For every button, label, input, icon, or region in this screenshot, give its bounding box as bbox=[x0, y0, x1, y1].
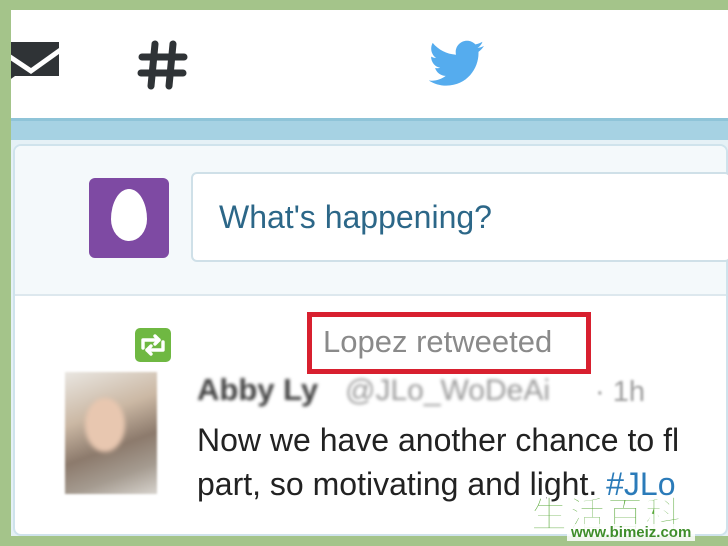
author-name[interactable]: Abby Ly bbox=[197, 372, 318, 408]
twitter-bird-icon[interactable] bbox=[428, 40, 485, 90]
header-divider bbox=[11, 118, 728, 140]
watermark: 生活百科 www.bimeiz.com bbox=[527, 486, 728, 546]
retweet-icon bbox=[135, 328, 171, 362]
top-nav bbox=[11, 10, 728, 118]
tweet-text-line-1: Now we have another chance to fl bbox=[197, 422, 680, 458]
mail-icon[interactable] bbox=[11, 38, 63, 88]
author-avatar[interactable] bbox=[65, 372, 157, 494]
egg-icon bbox=[111, 189, 147, 241]
watermark-url: www.bimeiz.com bbox=[567, 524, 696, 541]
compose-area: What's happening? bbox=[15, 146, 728, 296]
compose-input[interactable]: What's happening? bbox=[191, 172, 728, 262]
tweet-timestamp[interactable]: · 1h bbox=[595, 376, 645, 409]
timeline-panel: What's happening? Lopez retweeted Abby L… bbox=[13, 144, 728, 536]
avatar[interactable] bbox=[89, 178, 169, 258]
app-window: What's happening? Lopez retweeted Abby L… bbox=[11, 10, 728, 536]
timeline: What's happening? Lopez retweeted Abby L… bbox=[11, 140, 728, 536]
author-handle[interactable]: @JLo_WoDeAi bbox=[345, 374, 550, 408]
retweeted-by-label[interactable]: Lopez retweeted bbox=[323, 324, 552, 360]
hashtag-icon[interactable] bbox=[137, 40, 189, 90]
avatar-face bbox=[85, 398, 125, 452]
